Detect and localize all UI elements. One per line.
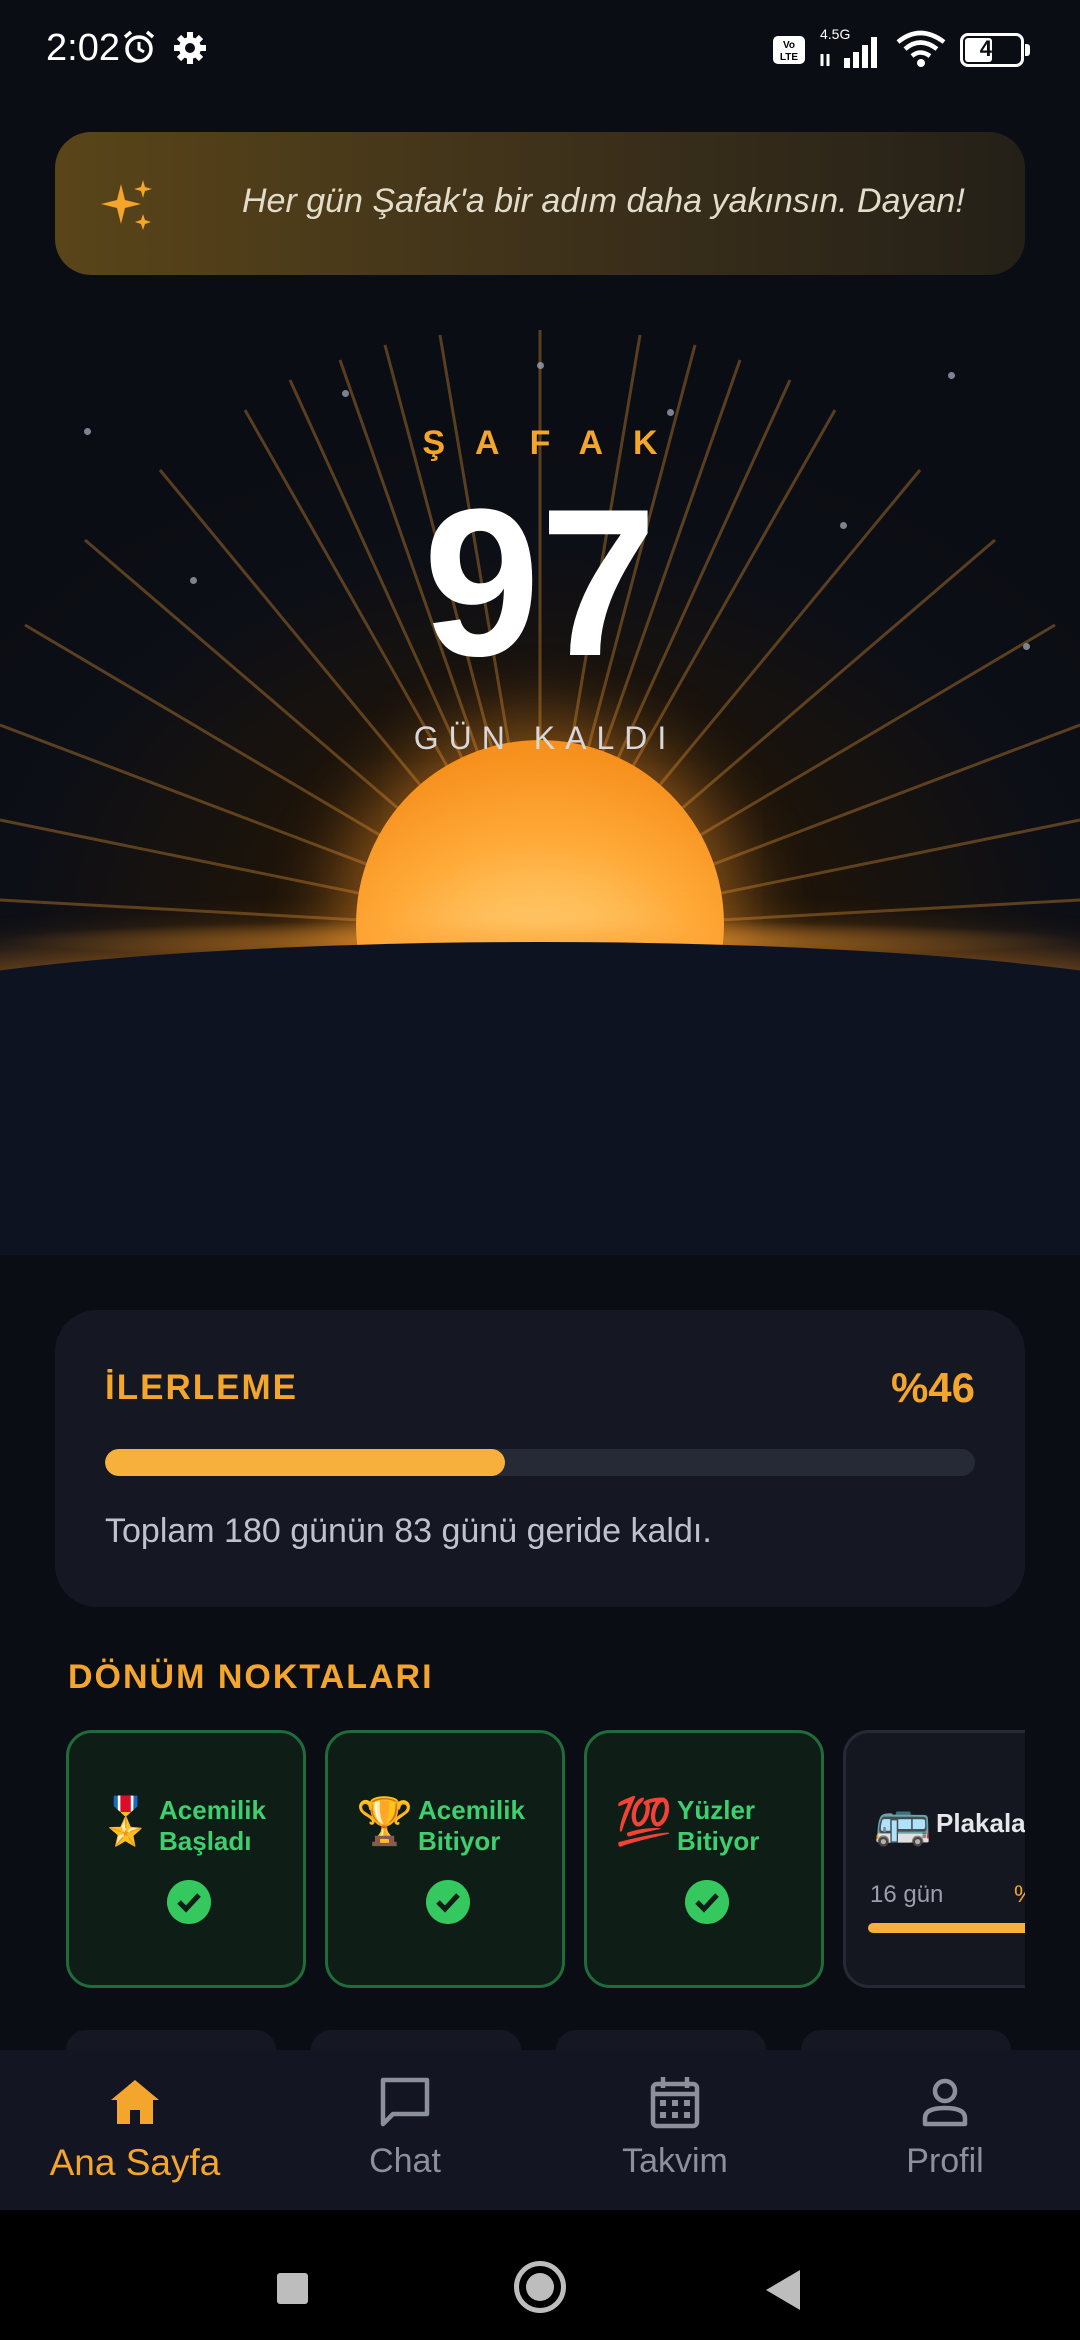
next-row-peek <box>66 2030 1025 2050</box>
status-time: 2:02 <box>46 27 120 69</box>
signal-icon: 4.5G <box>818 26 884 70</box>
milestone-progress-bar <box>868 1923 1025 1933</box>
recents-button[interactable] <box>277 2273 308 2304</box>
sparkles-icon <box>101 180 152 230</box>
milestones-title: DÖNÜM NOKTALARI <box>68 1658 434 1696</box>
hundred-icon: 💯 <box>615 1795 673 1847</box>
progress-title: İLERLEME <box>105 1368 298 1407</box>
star-dot <box>948 372 955 379</box>
bus-icon: 🚌 <box>874 1795 932 1847</box>
milestone-card[interactable]: 🚌 Plakalar 16 gün % <box>843 1730 1025 1988</box>
milestone-label: Plakalar <box>936 1808 1025 1838</box>
bottom-navigation: Ana Sayfa Chat Takvim Profil <box>0 2050 1080 2210</box>
nav-label: Ana Sayfa <box>49 2142 221 2183</box>
checkmark-icon <box>167 1880 211 1924</box>
milestone-card[interactable]: 🎖️ Acemilik Başladı <box>66 1730 306 1988</box>
star-dot <box>537 362 544 369</box>
chat-icon <box>380 2077 430 2127</box>
nav-home[interactable]: Ana Sayfa <box>0 2050 270 2210</box>
nav-label: Chat <box>369 2142 441 2180</box>
motivation-text: Her gün Şafak'a bir adım daha yakınsın. … <box>242 182 965 220</box>
nav-calendar[interactable]: Takvim <box>540 2050 810 2210</box>
progress-bar <box>105 1449 975 1476</box>
star-dot <box>667 409 674 416</box>
milestone-percent: % <box>1014 1881 1025 1909</box>
hero-section: Her gün Şafak'a bir adım daha yakınsın. … <box>0 0 1080 1255</box>
progress-description: Toplam 180 günün 83 günü geride kaldı. <box>105 1512 712 1550</box>
star-dot <box>342 390 349 397</box>
motivation-banner: Her gün Şafak'a bir adım daha yakınsın. … <box>55 132 1025 275</box>
progress-card: İLERLEME %46 Toplam 180 günün 83 günü ge… <box>55 1310 1025 1607</box>
progress-percent: %46 <box>890 1364 975 1411</box>
svg-text:LTE: LTE <box>780 52 798 63</box>
milestone-label: Acemilik Başladı <box>159 1795 266 1856</box>
alarm-icon <box>123 30 155 63</box>
status-icons: Vo LTE 4.5G 41 <box>772 26 1030 72</box>
back-button[interactable] <box>766 2270 800 2310</box>
volte-icon: Vo LTE <box>773 36 805 64</box>
status-bar: 2:02 Vo LTE 4.5G 41 <box>0 0 1080 100</box>
nav-label: Takvim <box>622 2142 728 2180</box>
milestone-card[interactable]: 💯 Yüzler Bitiyor <box>584 1730 824 1988</box>
trophy-icon: 🏆 <box>356 1795 414 1847</box>
checkmark-icon <box>685 1880 729 1924</box>
days-remaining: 97 <box>423 465 657 700</box>
milestone-card[interactable]: 🏆 Acemilik Bitiyor <box>325 1730 565 1988</box>
nav-label: Profil <box>906 2142 984 2180</box>
person-icon <box>922 2078 968 2127</box>
svg-text:Vo: Vo <box>783 40 795 51</box>
milestone-label: Yüzler Bitiyor <box>677 1795 760 1856</box>
progress-bar-fill <box>105 1449 506 1476</box>
medal-icon: 🎖️ <box>97 1795 155 1847</box>
checkmark-icon <box>426 1880 470 1924</box>
nav-profile[interactable]: Profil <box>810 2050 1080 2210</box>
battery-icon: 41 <box>960 33 1030 67</box>
nav-chat[interactable]: Chat <box>270 2050 540 2210</box>
countdown-label: ŞAFAK <box>422 424 688 462</box>
battery-level: 41 <box>979 36 1005 61</box>
calendar-icon <box>650 2077 700 2129</box>
system-navigation-bar <box>0 2210 1080 2340</box>
horizon-ground <box>0 942 1080 1255</box>
home-button[interactable] <box>514 2261 566 2313</box>
wifi-icon <box>896 30 946 67</box>
milestones-carousel[interactable]: 🎖️ Acemilik Başladı 🏆 Acemilik Bitiyor 💯… <box>66 1730 1025 1988</box>
milestone-label: Acemilik Bitiyor <box>418 1795 525 1856</box>
milestone-days-left: 16 gün <box>870 1881 944 1908</box>
gear-icon <box>174 32 206 64</box>
home-icon <box>111 2080 159 2124</box>
days-remaining-label: GÜN KALDI <box>413 720 677 756</box>
